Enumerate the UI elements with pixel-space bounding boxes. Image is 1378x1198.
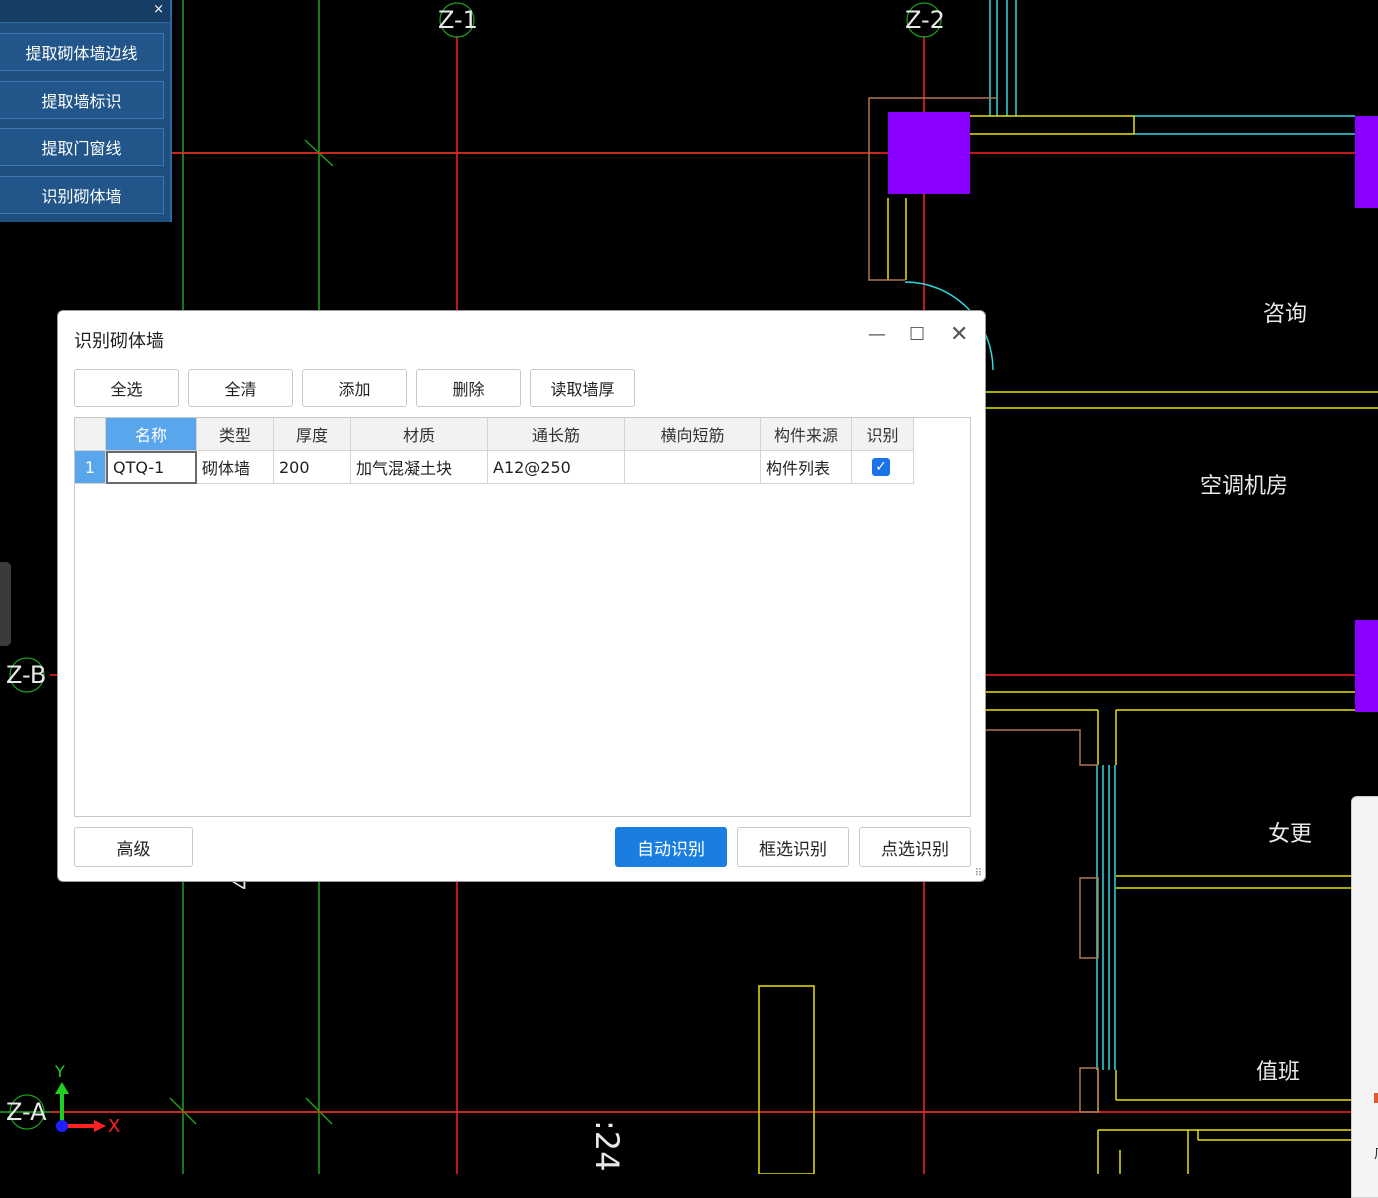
column-header-short-rebar[interactable]: 横向短筋: [625, 418, 761, 451]
recognize-checkbox[interactable]: ✓: [872, 458, 890, 476]
recognize-masonry-wall-button[interactable]: 识别砌体墙: [0, 176, 164, 214]
right-side-panel: 广: [1351, 796, 1378, 1198]
ucs-y-label: Y: [55, 1062, 65, 1081]
column-header-material[interactable]: 材质: [351, 418, 488, 451]
cell-name[interactable]: QTQ-1: [106, 451, 197, 484]
dialog-title: 识别砌体墙: [74, 331, 164, 352]
minimize-icon[interactable]: —: [868, 325, 886, 345]
room-label-consult: 咨询: [1263, 302, 1308, 327]
panel-fragment-text: 广: [1374, 1143, 1378, 1163]
clear-all-button[interactable]: 全清: [188, 369, 293, 407]
column-header-source[interactable]: 构件来源: [761, 418, 852, 451]
axis-label-z2: Z-2: [905, 6, 945, 34]
room-label-female: 女更: [1268, 822, 1313, 847]
column-header-thickness[interactable]: 厚度: [274, 418, 351, 451]
row-number[interactable]: 1: [75, 451, 106, 484]
extract-wall-label-button[interactable]: 提取墙标识: [0, 81, 164, 119]
cell-thickness[interactable]: 200: [274, 451, 351, 484]
close-icon[interactable]: ✕: [950, 324, 968, 346]
cell-type[interactable]: 砌体墙: [197, 451, 274, 484]
panel-close-icon[interactable]: ×: [153, 3, 164, 17]
axis-label-zb: Z-B: [6, 661, 47, 689]
ucs-icon: [55, 1082, 106, 1132]
table-corner: [75, 418, 106, 451]
extract-door-window-button[interactable]: 提取门窗线: [0, 128, 164, 166]
point-select-recognize-button[interactable]: 点选识别: [859, 827, 971, 867]
maximize-icon[interactable]: ☐: [909, 325, 925, 345]
delete-button[interactable]: 删除: [416, 369, 521, 407]
cell-material[interactable]: 加气混凝土块: [351, 451, 488, 484]
box-select-recognize-button[interactable]: 框选识别: [737, 827, 849, 867]
ucs-x-label: X: [108, 1116, 121, 1137]
cell-source[interactable]: 构件列表: [761, 451, 852, 484]
auto-recognize-button[interactable]: 自动识别: [615, 827, 727, 867]
cell-short-rebar[interactable]: [625, 451, 761, 484]
wall-table: 名称 类型 厚度 材质 通长筋 横向短筋 构件来源 识别 1 QTQ-1 砌体墙…: [74, 417, 971, 817]
extract-masonry-edge-button[interactable]: 提取砌体墙边线: [0, 33, 164, 71]
resize-grip-icon[interactable]: ⠿: [975, 869, 982, 879]
cell-rebar[interactable]: A12@250: [488, 451, 625, 484]
column-header-type[interactable]: 类型: [197, 418, 274, 451]
room-label-ac-room: 空调机房: [1200, 474, 1289, 499]
column-header-rebar[interactable]: 通长筋: [488, 418, 625, 451]
status-marker: [1374, 1093, 1378, 1103]
axis-label-za: Z-A: [6, 1098, 47, 1126]
axis-label-z1: Z-1: [438, 6, 478, 34]
read-wall-thickness-button[interactable]: 读取墙厚: [530, 369, 635, 407]
column-header-name[interactable]: 名称: [106, 418, 197, 451]
column-header-recognize[interactable]: 识别: [852, 418, 914, 451]
recognize-masonry-wall-dialog: 识别砌体墙 — ☐ ✕ 全选 全清 添加 删除 读取墙厚 名称 类型 厚度 材质…: [57, 310, 986, 882]
select-all-button[interactable]: 全选: [74, 369, 179, 407]
add-button[interactable]: 添加: [302, 369, 407, 407]
recognition-command-panel: × 提取砌体墙边线 提取墙标识 提取门窗线 识别砌体墙: [0, 0, 172, 222]
panel-header: [0, 0, 170, 23]
cell-recognize[interactable]: ✓: [852, 451, 914, 484]
room-label-duty: 值班: [1256, 1060, 1301, 1085]
dimension-24: :24: [588, 1120, 626, 1172]
advanced-button[interactable]: 高级: [74, 827, 193, 867]
left-edge-collapse-tab[interactable]: [0, 562, 11, 646]
